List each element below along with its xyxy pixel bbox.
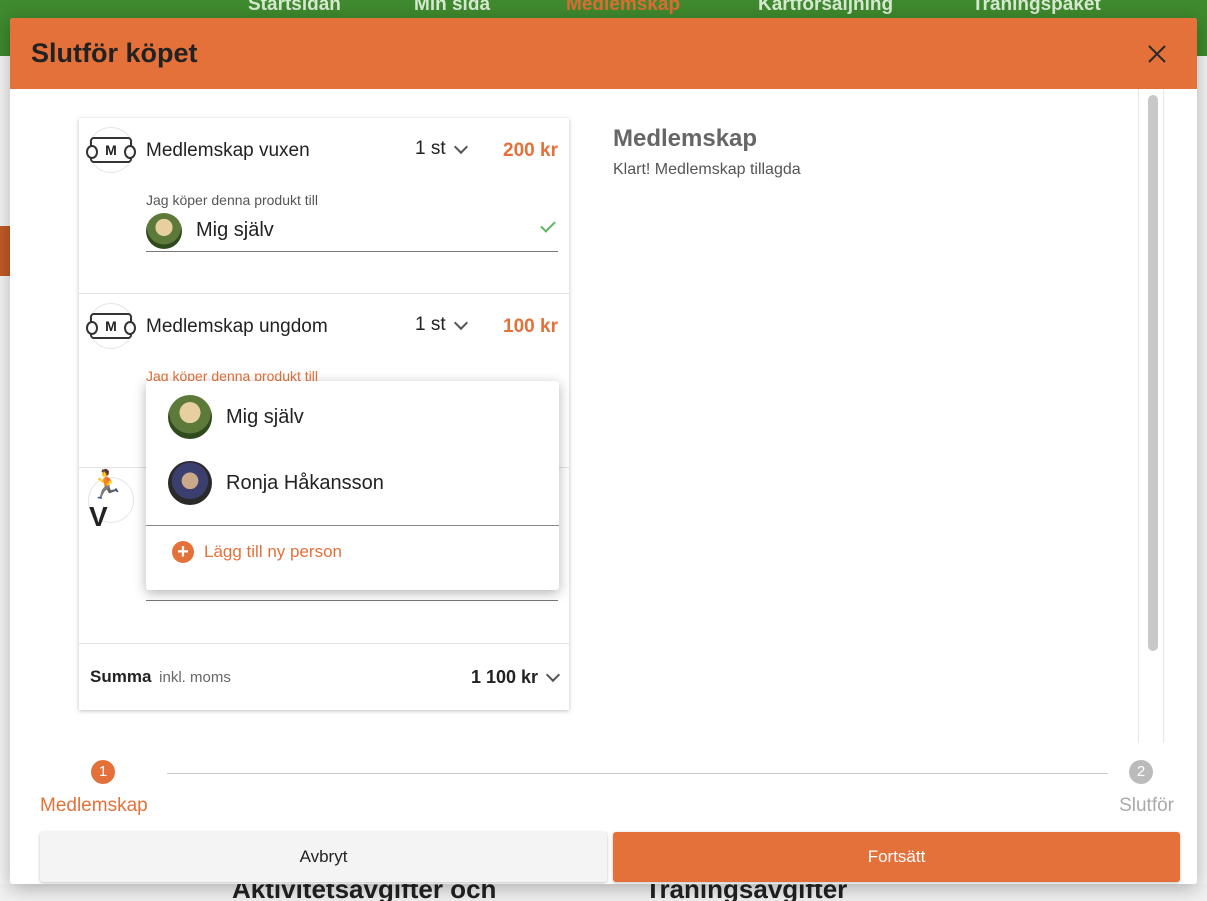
ticket-icon: M — [86, 137, 136, 163]
nav-item-kartforsaljning[interactable]: Kartförsäljning — [758, 0, 893, 16]
quantity-select[interactable]: 1 st — [415, 138, 468, 160]
product-price: 200 kr — [503, 140, 558, 161]
stepper: 1 2 Medlemskap Slutför — [10, 760, 1197, 820]
divider — [146, 525, 559, 526]
buyer-select[interactable]: Mig själv — [146, 210, 558, 252]
quantity-value: 1 st — [415, 138, 446, 159]
cancel-button[interactable]: Avbryt — [40, 832, 607, 882]
add-person-label: Lägg till ny person — [204, 542, 342, 561]
sum-sublabel: inkl. moms — [159, 669, 231, 686]
product-name: Medlemskap vuxen — [146, 140, 310, 161]
dropdown-option-ronja[interactable]: Ronja Håkansson — [146, 450, 559, 516]
nav-item-min-sida[interactable]: Min sida — [414, 0, 490, 16]
step-label: Medlemskap — [40, 795, 148, 816]
option-label: Ronja Håkansson — [226, 471, 384, 494]
buyer-dropdown: Mig själv Ronja Håkansson + Lägg till ny… — [146, 381, 559, 590]
total-amount: 1 100 kr — [470, 666, 538, 687]
modal-body: M Medlemskap vuxen 1 st 200 kr Jag köper… — [10, 89, 1197, 743]
total-toggle[interactable]: 1 100 kr — [470, 666, 561, 688]
quantity-value: 1 st — [415, 314, 446, 335]
product-price: 100 kr — [503, 316, 558, 337]
runner-icon: 🏃V — [89, 468, 124, 532]
nav-item-startsidan[interactable]: Startsidan — [248, 0, 341, 16]
background-title: Träningsavgifter — [645, 884, 848, 901]
modal-title: Slutför köpet — [31, 38, 198, 68]
avatar — [168, 461, 212, 505]
modal-header: Slutför köpet — [10, 18, 1197, 89]
background-title: Aktivitetsavgifter och — [232, 884, 497, 901]
product-name: Medlemskap ungdom — [146, 316, 328, 337]
ticket-icon: M — [86, 313, 136, 339]
info-text: Klart! Medlemskap tillagda — [613, 161, 801, 178]
product-icon: 🏃V — [88, 469, 134, 532]
step-label: Slutför — [1119, 795, 1174, 816]
buyer-name: Mig själv — [196, 219, 274, 241]
close-icon — [1148, 44, 1166, 63]
cart-item: M Medlemskap vuxen 1 st 200 kr Jag köper… — [79, 118, 569, 294]
checkout-modal: Slutför köpet M Medlemskap vuxen 1 st 20… — [10, 18, 1197, 884]
nav-item-traningspaket[interactable]: Träningspaket — [972, 0, 1101, 16]
scrollbar-thumb[interactable] — [1148, 95, 1158, 651]
buyer-label: Jag köper denna produkt till — [146, 192, 318, 208]
avatar — [146, 212, 182, 249]
sum-label-group: Summa inkl. moms — [90, 667, 231, 687]
buyer-select[interactable] — [146, 600, 558, 601]
chevron-down-icon — [545, 667, 561, 682]
step-number: 1 — [91, 760, 115, 784]
background-block — [0, 226, 10, 276]
option-label: Mig själv — [226, 405, 304, 428]
cart-total: Summa inkl. moms 1 100 kr — [79, 644, 569, 710]
product-icon: M — [86, 303, 136, 349]
check-icon — [540, 217, 556, 233]
quantity-select[interactable]: 1 st — [415, 314, 468, 336]
dropdown-option-mig-sjalv[interactable]: Mig själv — [146, 384, 559, 450]
continue-button[interactable]: Fortsätt — [613, 832, 1180, 882]
chevron-down-icon — [453, 315, 468, 330]
product-icon: M — [86, 127, 136, 173]
step-number: 2 — [1129, 760, 1153, 784]
close-button[interactable] — [1137, 34, 1177, 74]
background-bottom: Aktivitetsavgifter och Träningsavgifter — [0, 884, 1207, 901]
plus-icon: + — [172, 541, 194, 563]
chevron-down-icon — [453, 139, 468, 154]
step-line — [167, 773, 1108, 774]
add-person-button[interactable]: + Lägg till ny person — [172, 541, 342, 563]
info-title: Medlemskap — [613, 125, 758, 152]
sum-label: Summa — [90, 667, 152, 686]
nav-item-medlemskap[interactable]: Medlemskap — [566, 0, 680, 16]
avatar — [168, 395, 212, 439]
